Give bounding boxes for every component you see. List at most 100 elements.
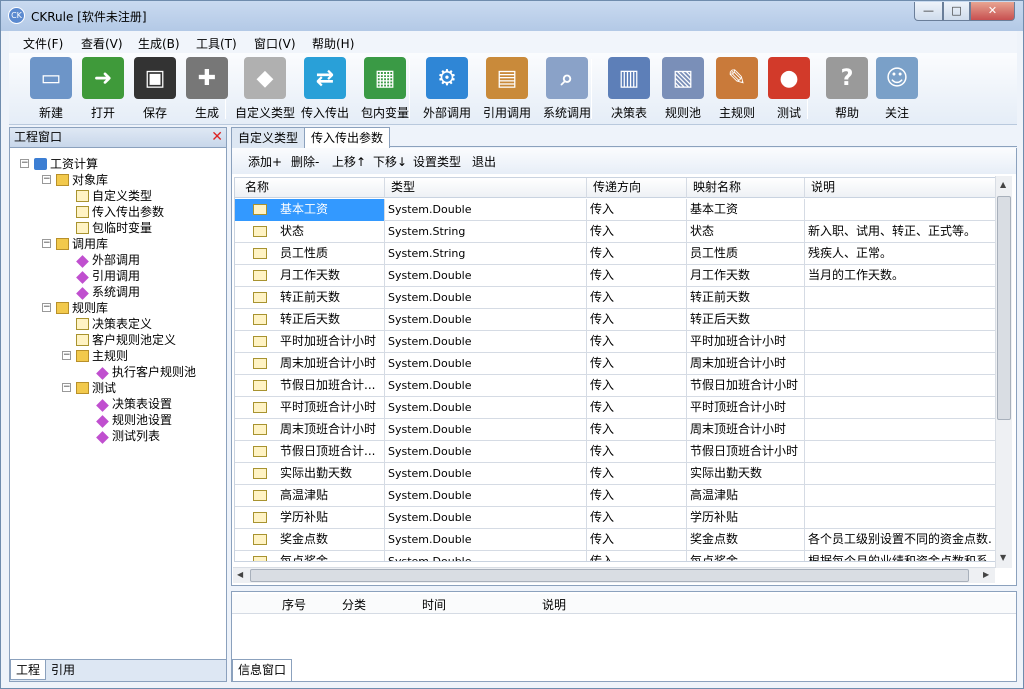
table-cell[interactable]: System.Double (385, 265, 587, 287)
table-cell[interactable]: System.String (385, 221, 587, 243)
scroll-down-icon[interactable]: ▼ (1000, 553, 1006, 562)
tree-node[interactable]: 决策表设置 (96, 396, 172, 412)
tab-project[interactable]: 工程 (10, 660, 47, 680)
table-cell[interactable]: 高温津贴 (687, 485, 805, 507)
table-cell[interactable]: System.String (385, 243, 587, 265)
collapse-toggle-icon[interactable]: − (42, 303, 51, 312)
menu-window[interactable]: 窗口(V) (254, 35, 296, 52)
toolbar-button-new-document[interactable]: ▭ 新建 (21, 57, 81, 121)
delete-button[interactable]: 删除- (291, 153, 319, 170)
table-cell[interactable]: System.Double (385, 397, 587, 419)
table-cell[interactable]: 传入 (587, 507, 687, 529)
menu-view[interactable]: 查看(V) (81, 35, 123, 52)
tree-node[interactable]: 客户规则池定义 (76, 332, 176, 348)
table-cell[interactable]: System.Double (385, 331, 587, 353)
table-cell[interactable]: System.Double (385, 441, 587, 463)
table-cell[interactable]: 传入 (587, 287, 687, 309)
table-cell[interactable]: System.Double (385, 375, 587, 397)
tree-node[interactable]: − 调用库 (42, 236, 108, 252)
toolbar-button-ladybug[interactable]: ● 测试 (759, 57, 819, 121)
table-cell[interactable] (805, 441, 1009, 463)
table-cell[interactable]: 周末加班合计小时 (687, 353, 805, 375)
table-cell[interactable]: 学历补贴 (687, 507, 805, 529)
scroll-up-icon[interactable]: ▲ (1000, 180, 1006, 189)
table-row[interactable]: 转正后天数 System.Double 传入 转正后天数 (235, 309, 1009, 331)
table-cell[interactable]: 传入 (587, 441, 687, 463)
table-cell[interactable]: 每点奖金 (687, 551, 805, 561)
move-down-button[interactable]: 下移↓ (373, 153, 407, 170)
tab-custom-type[interactable]: 自定义类型 (231, 127, 306, 148)
table-cell[interactable]: 基本工资 (687, 199, 805, 221)
menu-help[interactable]: 帮助(H) (312, 35, 354, 52)
table-cell[interactable]: 传入 (587, 331, 687, 353)
toolbar-button-box-arrow[interactable]: ▤ 引用调用 (477, 57, 537, 121)
add-button[interactable]: 添加+ (248, 153, 282, 170)
table-cell[interactable]: 状态 (687, 221, 805, 243)
vertical-scroll-thumb[interactable] (997, 196, 1011, 420)
table-cell[interactable]: System.Double (385, 309, 587, 331)
column-header[interactable]: 名称 (235, 178, 385, 198)
table-cell[interactable]: System.Double (385, 419, 587, 441)
toolbar-button-user-follow[interactable]: ☺ 关注 (867, 57, 927, 121)
tab-info-window[interactable]: 信息窗口 (232, 659, 293, 681)
table-cell[interactable]: System.Double (385, 485, 587, 507)
set-type-button[interactable]: 设置类型 (413, 153, 461, 170)
table-cell[interactable]: System.Double (385, 463, 587, 485)
tree-node[interactable]: 外部调用 (76, 252, 140, 268)
scroll-right-icon[interactable]: ▶ (983, 570, 989, 579)
table-row[interactable]: 员工性质 System.String 传入 员工性质 残疾人、正常。 (235, 243, 1009, 265)
table-row[interactable]: 实际出勤天数 System.Double 传入 实际出勤天数 (235, 463, 1009, 485)
collapse-toggle-icon[interactable]: − (42, 175, 51, 184)
toolbar-button-main-rule[interactable]: ✎ 主规则 (707, 57, 767, 121)
table-row[interactable]: 月工作天数 System.Double 传入 月工作天数 当月的工作天数。 (235, 265, 1009, 287)
menu-tools[interactable]: 工具(T) (196, 35, 237, 52)
table-cell[interactable]: 传入 (587, 309, 687, 331)
toolbar-button-package[interactable]: ▦ 包内变量 (355, 57, 415, 121)
minimize-button[interactable]: — (914, 2, 943, 21)
table-row[interactable]: 每点奖金 System.Double 传入 每点奖金 根据每个月的业绩和资金点数和系 (235, 551, 1009, 561)
table-row[interactable]: 周末顶班合计小时 System.Double 传入 周末顶班合计小时 (235, 419, 1009, 441)
table-cell[interactable]: 传入 (587, 397, 687, 419)
table-row[interactable]: 平时加班合计小时 System.Double 传入 平时加班合计小时 (235, 331, 1009, 353)
tree-node[interactable]: 执行客户规则池 (96, 364, 196, 380)
toolbar-button-decision-table[interactable]: ▥ 决策表 (599, 57, 659, 121)
table-cell[interactable]: 传入 (587, 485, 687, 507)
table-cell[interactable]: 新入职、试用、转正、正式等。 (805, 221, 1009, 243)
toolbar-button-open-arrow[interactable]: ➜ 打开 (73, 57, 133, 121)
table-cell[interactable]: 转正后天数 (687, 309, 805, 331)
tree-node[interactable]: − 对象库 (42, 172, 108, 188)
table-cell[interactable]: 传入 (587, 463, 687, 485)
table-cell[interactable]: 传入 (587, 221, 687, 243)
table-cell[interactable]: System.Double (385, 551, 587, 561)
tree-node[interactable]: 引用调用 (76, 268, 140, 284)
scroll-left-icon[interactable]: ◀ (237, 570, 243, 579)
toolbar-button-wrench-screwdriver[interactable]: ✚ 生成 (177, 57, 237, 121)
table-cell[interactable]: 实际出勤天数 (687, 463, 805, 485)
toolbar-button-magnifier[interactable]: ⌕ 系统调用 (537, 57, 597, 121)
table-cell[interactable]: System.Double (385, 199, 587, 221)
table-cell[interactable] (805, 463, 1009, 485)
table-cell[interactable]: 节假日顶班合计小时 (687, 441, 805, 463)
maximize-button[interactable]: □ (943, 2, 970, 21)
table-cell[interactable]: 传入 (587, 419, 687, 441)
table-cell[interactable]: 根据每个月的业绩和资金点数和系 (805, 551, 1009, 561)
menu-build[interactable]: 生成(B) (138, 35, 180, 52)
panel-close-icon[interactable]: ✕ (211, 128, 223, 147)
toolbar-button-arrows-exchange[interactable]: ⇄ 传入传出 (295, 57, 355, 121)
collapse-toggle-icon[interactable]: − (62, 351, 71, 360)
table-cell[interactable] (805, 331, 1009, 353)
table-cell[interactable]: 传入 (587, 375, 687, 397)
table-cell[interactable]: 月工作天数 (687, 265, 805, 287)
tree-node[interactable]: 系统调用 (76, 284, 140, 300)
table-row[interactable]: 节假日加班合计... System.Double 传入 节假日加班合计小时 (235, 375, 1009, 397)
table-row[interactable]: 学历补贴 System.Double 传入 学历补贴 (235, 507, 1009, 529)
toolbar-button-custom-type[interactable]: ◆ 自定义类型 (235, 57, 295, 121)
table-cell[interactable]: 残疾人、正常。 (805, 243, 1009, 265)
table-cell[interactable] (805, 199, 1009, 221)
table-row[interactable]: 节假日顶班合计... System.Double 传入 节假日顶班合计小时 (235, 441, 1009, 463)
tree-node[interactable]: 规则池设置 (96, 412, 172, 428)
tree-node[interactable]: 自定义类型 (76, 188, 152, 204)
table-cell[interactable] (805, 419, 1009, 441)
toolbar-button-floppy-disk[interactable]: ▣ 保存 (125, 57, 185, 121)
table-cell[interactable] (805, 287, 1009, 309)
